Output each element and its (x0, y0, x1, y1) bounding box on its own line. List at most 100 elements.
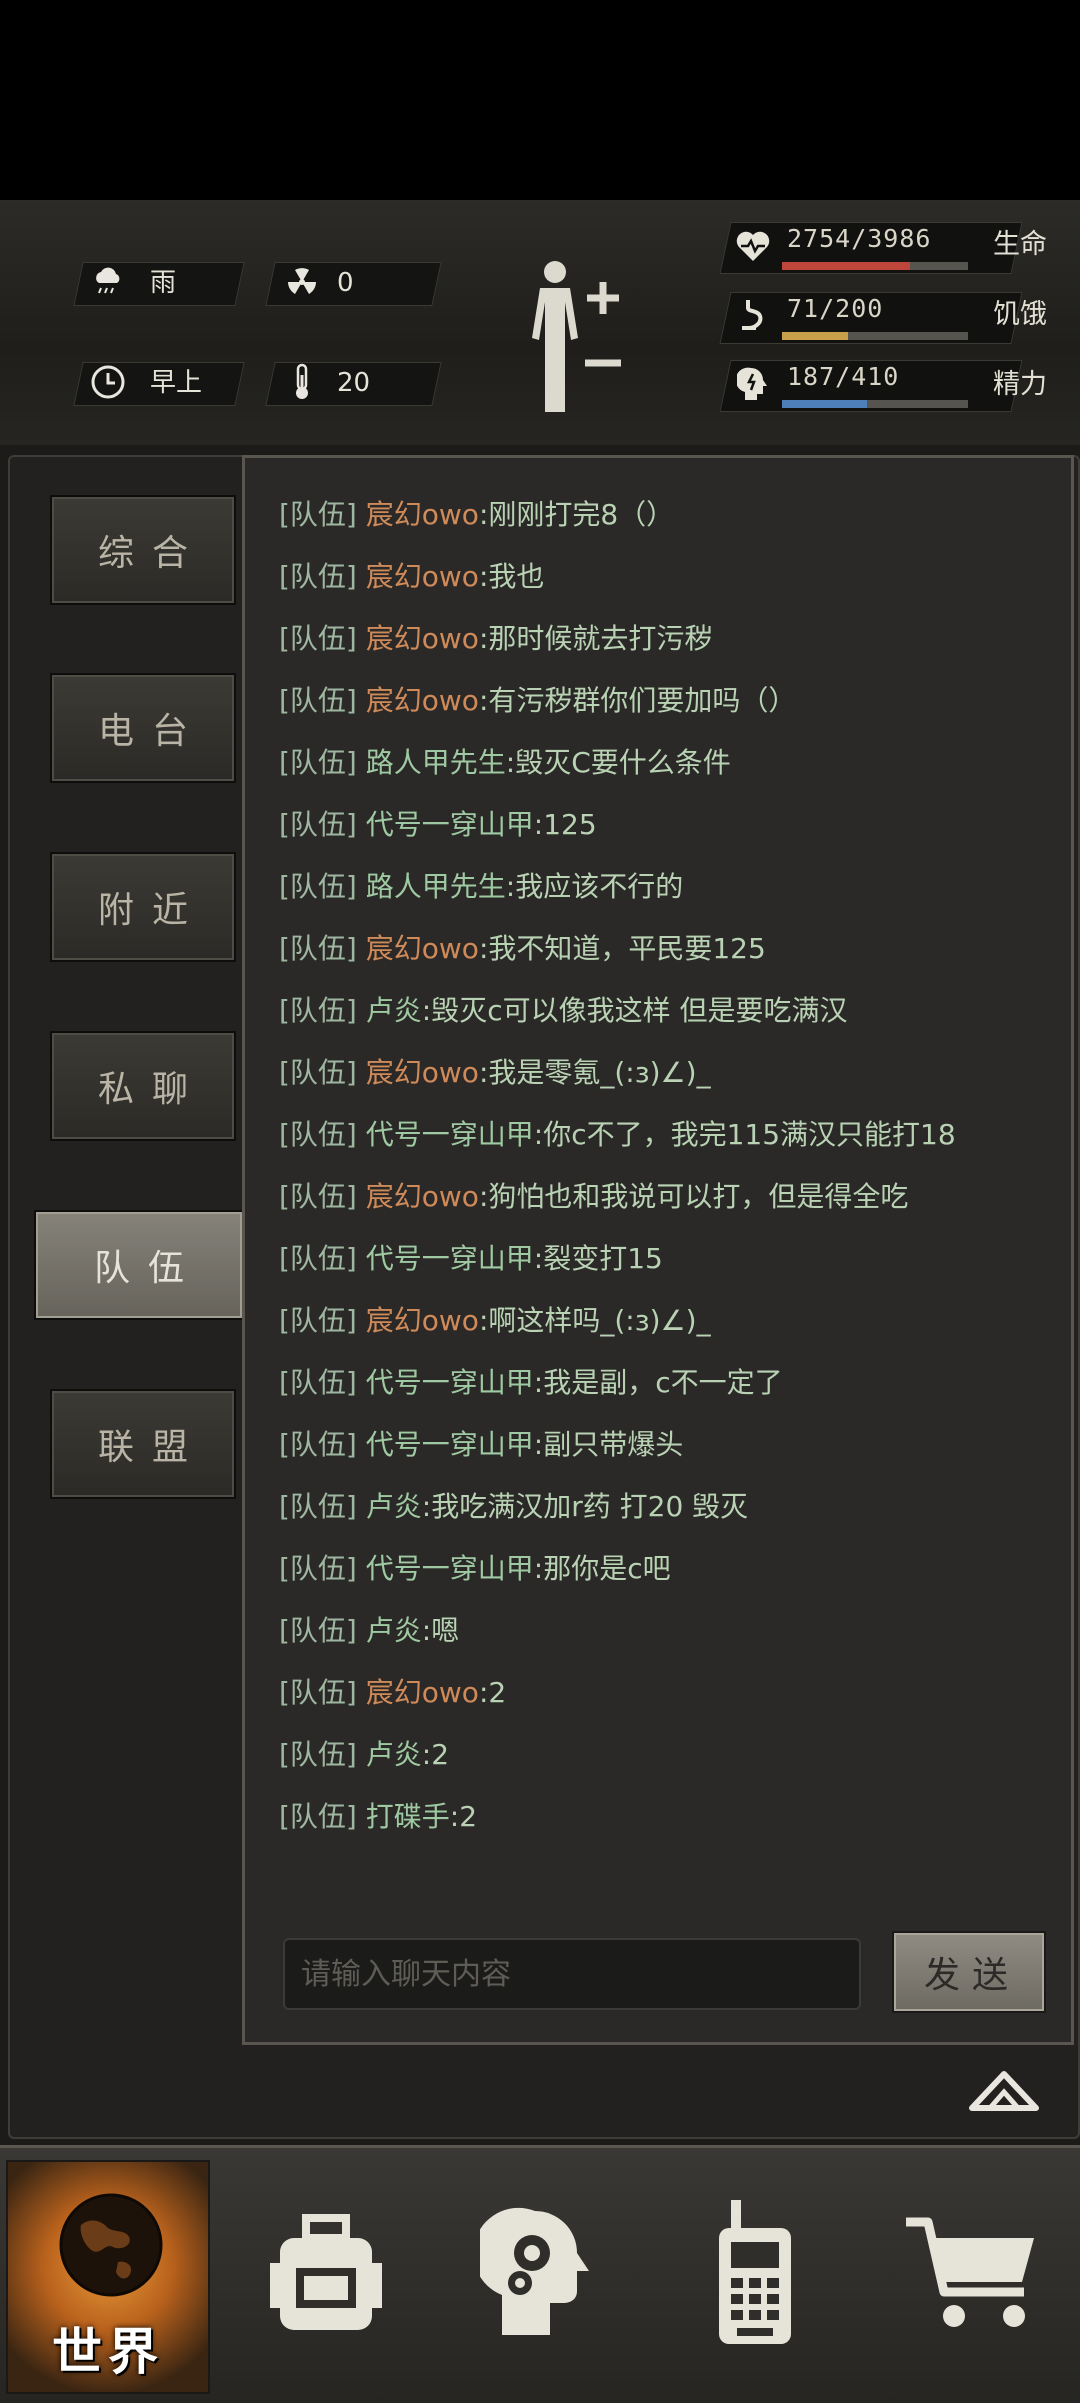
backpack-icon (266, 2208, 386, 2342)
nav-skills[interactable] (440, 2160, 640, 2390)
chat-message[interactable]: [队伍] 宸幻owo:我是零氪_(:з)∠)_ (279, 1042, 1059, 1104)
chat-sender-name[interactable]: 卢炎 (366, 994, 422, 1027)
chat-panel[interactable]: [队伍] 宸幻owo:刚刚打完8（） [队伍] 宸幻owo:我也 [队伍] 宸幻ow… (242, 455, 1074, 2045)
chat-message[interactable]: [队伍] 打碟手:2 (279, 1786, 1059, 1848)
temperature-value: 20 (337, 368, 371, 398)
chat-sender-name[interactable]: 宸幻owo (366, 1180, 479, 1213)
chat-message[interactable]: [队伍] 宸幻owo:那时候就去打污秽 (279, 608, 1059, 670)
chat-message[interactable]: [队伍] 卢炎:2 (279, 1724, 1059, 1786)
chat-message[interactable]: [队伍] 代号一穿山甲:我是副，c不一定了 (279, 1352, 1059, 1414)
tab-nearby[interactable]: 附近 (50, 852, 236, 962)
hunger-bar-fill (782, 332, 849, 340)
chat-message[interactable]: [队伍] 卢炎:我吃满汉加r药 打20 毁灭 (279, 1476, 1059, 1538)
chat-message-text: :我是副，c不一定了 (533, 1366, 783, 1399)
chat-sender-name[interactable]: 宸幻owo (366, 498, 479, 531)
chat-message-list[interactable]: [队伍] 宸幻owo:刚刚打完8（） [队伍] 宸幻owo:我也 [队伍] 宸幻ow… (279, 484, 1059, 1848)
chat-sender-name[interactable]: 路人甲先生 (366, 746, 506, 779)
tab-alliance[interactable]: 联盟 (50, 1389, 236, 1499)
chat-message[interactable]: [队伍] 代号一穿山甲:裂变打15 (279, 1228, 1059, 1290)
chat-message[interactable]: [队伍] 代号一穿山甲:那你是c吧 (279, 1538, 1059, 1600)
chat-message-text: :125 (533, 808, 597, 841)
chat-sender-name[interactable]: 宸幻owo (366, 684, 479, 717)
radiation-value: 0 (337, 268, 354, 298)
chat-message[interactable]: [队伍] 宸幻owo:有污秽群你们要加吗（） (279, 670, 1059, 732)
tab-team[interactable]: 队伍 (34, 1210, 244, 1320)
chat-message-text: :那你是c吧 (533, 1552, 671, 1585)
chat-channel-tag: [队伍] (279, 808, 357, 841)
tab-private[interactable]: 私聊 (50, 1031, 236, 1141)
chat-channel-tag: [队伍] (279, 1490, 357, 1523)
chat-message-text: :刚刚打完8（） (478, 498, 675, 531)
chat-sender-name[interactable]: 代号一穿山甲 (366, 808, 534, 841)
send-button[interactable]: 发送 (892, 1931, 1046, 2013)
chat-channel-tag: [队伍] (279, 1552, 357, 1585)
chat-sender-name[interactable]: 代号一穿山甲 (366, 1242, 534, 1275)
nav-backpack[interactable] (226, 2160, 426, 2390)
nav-world[interactable]: 世界 (6, 2160, 210, 2394)
energy-bar (782, 400, 968, 408)
chat-message-text: :啊这样吗_(:з)∠)_ (478, 1304, 711, 1337)
chat-sender-name[interactable]: 代号一穿山甲 (366, 1552, 534, 1585)
chat-sender-name[interactable]: 卢炎 (366, 1490, 422, 1523)
chat-message-text: :2 (421, 1738, 450, 1771)
chat-message[interactable]: [队伍] 宸幻owo:2 (279, 1662, 1059, 1724)
chat-message[interactable]: [队伍] 卢炎:毁灭c可以像我这样 但是要吃满汉 (279, 980, 1059, 1042)
chat-message-text: :毁灭c可以像我这样 但是要吃满汉 (421, 994, 848, 1027)
chat-message[interactable]: [队伍] 路人甲先生:我应该不行的 (279, 856, 1059, 918)
chat-sender-name[interactable]: 宸幻owo (366, 560, 479, 593)
chat-sender-name[interactable]: 打碟手 (366, 1800, 450, 1833)
chat-channel-tag: [队伍] (279, 560, 357, 593)
health-bar-fill (782, 262, 911, 270)
chat-message[interactable]: [队伍] 代号一穿山甲:副只带爆头 (279, 1414, 1059, 1476)
health-bar (782, 262, 968, 270)
hunger-label: 饥饿 (993, 299, 1047, 330)
chat-sender-name[interactable]: 宸幻owo (366, 1304, 479, 1337)
chat-sender-name[interactable]: 代号一穿山甲 (366, 1428, 534, 1461)
time-label: 早上 (150, 368, 203, 398)
minus-icon[interactable] (583, 355, 623, 375)
chat-channel-tag: [队伍] (279, 1800, 357, 1833)
chat-message-text: :那时候就去打污秽 (478, 622, 713, 655)
chat-sender-name[interactable]: 路人甲先生 (366, 870, 506, 903)
nav-shop[interactable] (872, 2160, 1072, 2390)
head-bolt-icon (735, 366, 771, 402)
chat-message-text: :我应该不行的 (505, 870, 684, 903)
chat-message-text: :2 (478, 1676, 507, 1709)
chat-channel-tag: [队伍] (279, 994, 357, 1027)
chat-message[interactable]: [队伍] 宸幻owo:狗怕也和我说可以打，但是得全吃 (279, 1166, 1059, 1228)
chat-message[interactable]: [队伍] 路人甲先生:毁灭C要什么条件 (279, 732, 1059, 794)
tab-general[interactable]: 综合 (50, 495, 236, 605)
nav-radio[interactable] (655, 2160, 855, 2390)
chat-channel-tag: [队伍] (279, 1180, 357, 1213)
chat-message[interactable]: [队伍] 卢炎:嗯 (279, 1600, 1059, 1662)
chat-sender-name[interactable]: 宸幻owo (366, 932, 479, 965)
chat-message[interactable]: [队伍] 宸幻owo:我也 (279, 546, 1059, 608)
plus-icon[interactable] (583, 278, 623, 318)
stomach-icon (735, 298, 771, 334)
chat-sender-name[interactable]: 宸幻owo (366, 1676, 479, 1709)
chat-sender-name[interactable]: 卢炎 (366, 1738, 422, 1771)
chat-message[interactable]: [队伍] 宸幻owo:刚刚打完8（） (279, 484, 1059, 546)
tab-radio[interactable]: 电台 (50, 673, 236, 783)
chat-message-text: :副只带爆头 (533, 1428, 684, 1461)
chat-message[interactable]: [队伍] 宸幻owo:我不知道，平民要125 (279, 918, 1059, 980)
shopping-cart-icon (902, 2208, 1042, 2342)
chat-channel-tag: [队伍] (279, 498, 357, 531)
chat-message[interactable]: [队伍] 宸幻owo:啊这样吗_(:з)∠)_ (279, 1290, 1059, 1352)
globe-icon (56, 2190, 166, 2304)
chat-sender-name[interactable]: 宸幻owo (366, 622, 479, 655)
head-gear-icon (473, 2203, 600, 2347)
chat-message-text: :我不知道，平民要125 (478, 932, 766, 965)
chat-message-text: :嗯 (421, 1614, 460, 1647)
chat-message-text: :我是零氪_(:з)∠)_ (478, 1056, 711, 1089)
chat-sender-name[interactable]: 宸幻owo (366, 1056, 479, 1089)
chat-sender-name[interactable]: 代号一穿山甲 (366, 1118, 534, 1151)
chat-message[interactable]: [队伍] 代号一穿山甲:125 (279, 794, 1059, 856)
chat-sender-name[interactable]: 卢炎 (366, 1614, 422, 1647)
collapse-up-icon[interactable] (968, 2068, 1040, 2112)
health-label: 生命 (993, 229, 1047, 260)
chat-sender-name[interactable]: 代号一穿山甲 (366, 1366, 534, 1399)
chat-message[interactable]: [队伍] 代号一穿山甲:你c不了，我完115满汉只能打18 (279, 1104, 1059, 1166)
chat-input[interactable] (283, 1938, 861, 2010)
chat-message-text: :我吃满汉加r药 打20 毁灭 (421, 1490, 749, 1523)
